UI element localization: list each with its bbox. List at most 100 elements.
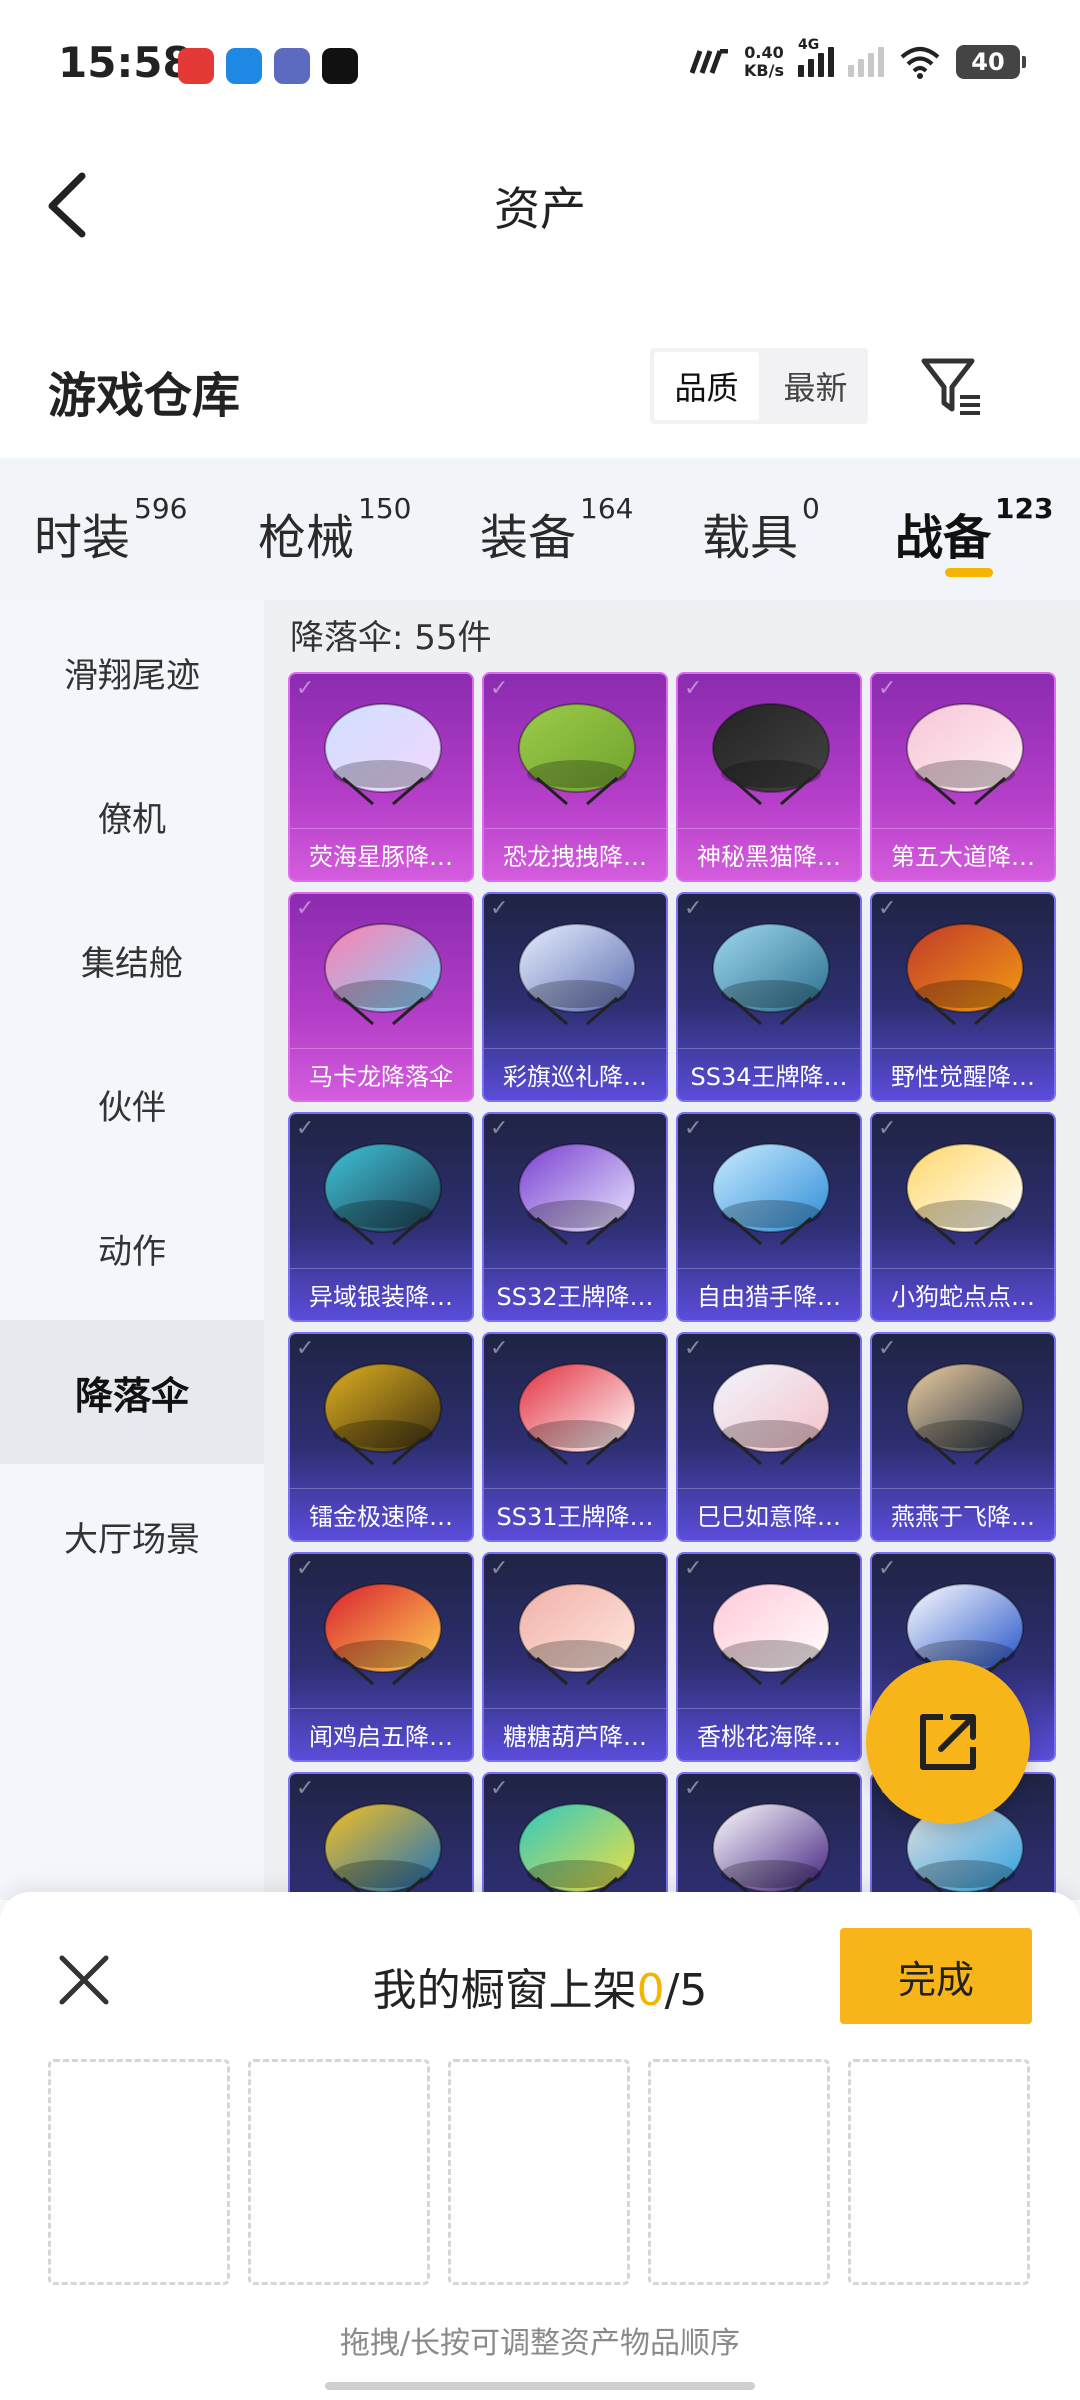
parachute-card[interactable]: ✓ SS34王牌降… [676,892,862,1102]
showcase-slot[interactable] [848,2059,1030,2285]
parachute-icon [518,1803,636,1900]
check-icon: ✓ [684,1116,703,1141]
parachute-card[interactable]: ✓ 神秘黑猫降… [676,672,862,882]
showcase-slot[interactable] [248,2059,430,2285]
showcase-slot[interactable] [648,2059,830,2285]
parachute-card[interactable]: ✓ [482,1772,668,1900]
pet-app-icon [274,48,310,84]
parachute-icon [324,1583,442,1686]
parachute-card[interactable]: ✓ 镭金极速降… [288,1332,474,1542]
battery-indicator: 40 [956,45,1026,79]
parachute-icon [712,1583,830,1686]
check-icon: ✓ [684,1776,703,1801]
parachute-card[interactable]: ✓ 彩旗巡礼降… [482,892,668,1102]
parachute-card[interactable]: ✓ [288,1772,474,1900]
tab-count: 150 [358,492,412,525]
net-speed: 0.40 KB/s [744,44,784,80]
signal-2-icon [848,47,884,77]
parachute-card[interactable]: ✓ 异域银装降… [288,1112,474,1322]
sidebar-item-wingman[interactable]: 僚机 [0,744,264,888]
check-icon: ✓ [684,896,703,921]
parachute-name: 镭金极速降… [290,1488,472,1540]
item-count-label: 降落伞: 55件 [290,618,492,658]
check-icon: ✓ [490,676,509,701]
parachute-card[interactable]: ✓ 恐龙拽拽降… [482,672,668,882]
parachute-card[interactable]: ✓ 荧海星豚降… [288,672,474,882]
parachute-card[interactable]: ✓ 闻鸡启五降… [288,1552,474,1762]
parachute-icon [712,1803,830,1900]
parachute-icon [324,1803,442,1900]
sort-quality-button[interactable]: 品质 [654,352,759,420]
category-tabs: 时装596 枪械150 装备164 载具0 战备123 [0,458,1080,600]
share-icon [920,1714,976,1770]
parachute-name: 巳巳如意降… [678,1488,860,1540]
parachute-card[interactable]: ✓ 自由猎手降… [676,1112,862,1322]
parachute-icon [518,1583,636,1686]
page-title: 资产 [494,182,586,236]
sidebar-item-partner[interactable]: 伙伴 [0,1032,264,1176]
showcase-slot[interactable] [448,2059,630,2285]
parachute-card[interactable]: ✓ 巳巳如意降… [676,1332,862,1542]
check-icon: ✓ [296,896,315,921]
tab-count: 123 [995,492,1054,525]
sidebar-item-assembly-pod[interactable]: 集结舱 [0,888,264,1032]
signal-1-icon: 4G [798,37,834,77]
parachute-name: 自由猎手降… [678,1268,860,1320]
sidebar-item-lobby-scene[interactable]: 大厅场景 [0,1464,264,1608]
parachute-card[interactable]: ✓ 马卡龙降落伞 [288,892,474,1102]
net-speed-unit: KB/s [744,61,784,80]
net-speed-value: 0.40 [744,43,784,62]
parachute-icon [518,703,636,806]
tab-equipment[interactable]: 装备164 [480,492,633,568]
parachute-icon [518,1143,636,1246]
showcase-slot[interactable] [48,2059,230,2285]
parachute-name: SS34王牌降… [678,1048,860,1100]
parachute-card[interactable]: ✓ 野性觉醒降… [870,892,1056,1102]
status-bar: 15:58 0.40 KB/s 4G 40 [0,0,1080,130]
parachute-card[interactable]: ✓ 小狗蛇点点… [870,1112,1056,1322]
parachute-icon [712,1363,830,1466]
showcase-total-count: /5 [664,1965,708,2016]
parachute-card[interactable]: ✓ 糖糖葫芦降… [482,1552,668,1762]
sidebar-item-glide-trail[interactable]: 滑翔尾迹 [0,600,264,744]
parachute-name: 香桃花海降… [678,1708,860,1760]
check-icon: ✓ [684,1336,703,1361]
tiktok-icon [322,48,358,84]
sort-newest-button[interactable]: 最新 [763,348,868,424]
check-icon: ✓ [878,1556,897,1581]
showcase-title-text: 我的橱窗上架 [372,1965,637,2016]
tab-battle-gear[interactable]: 战备123 [895,492,1053,568]
parachute-name: SS31王牌降… [484,1488,666,1540]
check-icon: ✓ [490,1556,509,1581]
tab-guns[interactable]: 枪械150 [258,492,411,568]
sidebar-item-emote[interactable]: 动作 [0,1176,264,1320]
showcase-current-count: 0 [636,1965,665,2016]
share-button[interactable] [866,1660,1030,1824]
section-title: 游戏仓库 [48,368,241,424]
status-time: 15:58 [58,38,192,87]
parachute-card[interactable]: ✓ 香桃花海降… [676,1552,862,1762]
parachute-name: 马卡龙降落伞 [290,1048,472,1100]
check-icon: ✓ [296,1336,315,1361]
check-icon: ✓ [878,676,897,701]
parachute-icon [906,703,1024,806]
parachute-icon [324,1143,442,1246]
parachute-icon [712,703,830,806]
done-button[interactable]: 完成 [840,1928,1032,2024]
parachute-card[interactable]: ✓ 燕燕于飞降… [870,1332,1056,1542]
parachute-card[interactable]: ✓ 第五大道降… [870,672,1056,882]
parachute-card[interactable]: ✓ SS32王牌降… [482,1112,668,1322]
check-icon: ✓ [878,896,897,921]
status-indicators: 0.40 KB/s 4G 40 [690,37,1026,80]
check-icon: ✓ [684,1556,703,1581]
netease-music-icon [178,48,214,84]
tab-count: 596 [134,492,188,525]
home-indicator[interactable] [325,2382,755,2390]
parachute-card[interactable]: ✓ SS31王牌降… [482,1332,668,1542]
filter-icon[interactable] [920,355,984,419]
parachute-card[interactable]: ✓ [676,1772,862,1900]
check-icon: ✓ [684,676,703,701]
tab-vehicles[interactable]: 载具0 [702,492,820,568]
tab-fashion[interactable]: 时装596 [34,492,187,568]
sidebar-item-parachute[interactable]: 降落伞 [0,1320,264,1464]
